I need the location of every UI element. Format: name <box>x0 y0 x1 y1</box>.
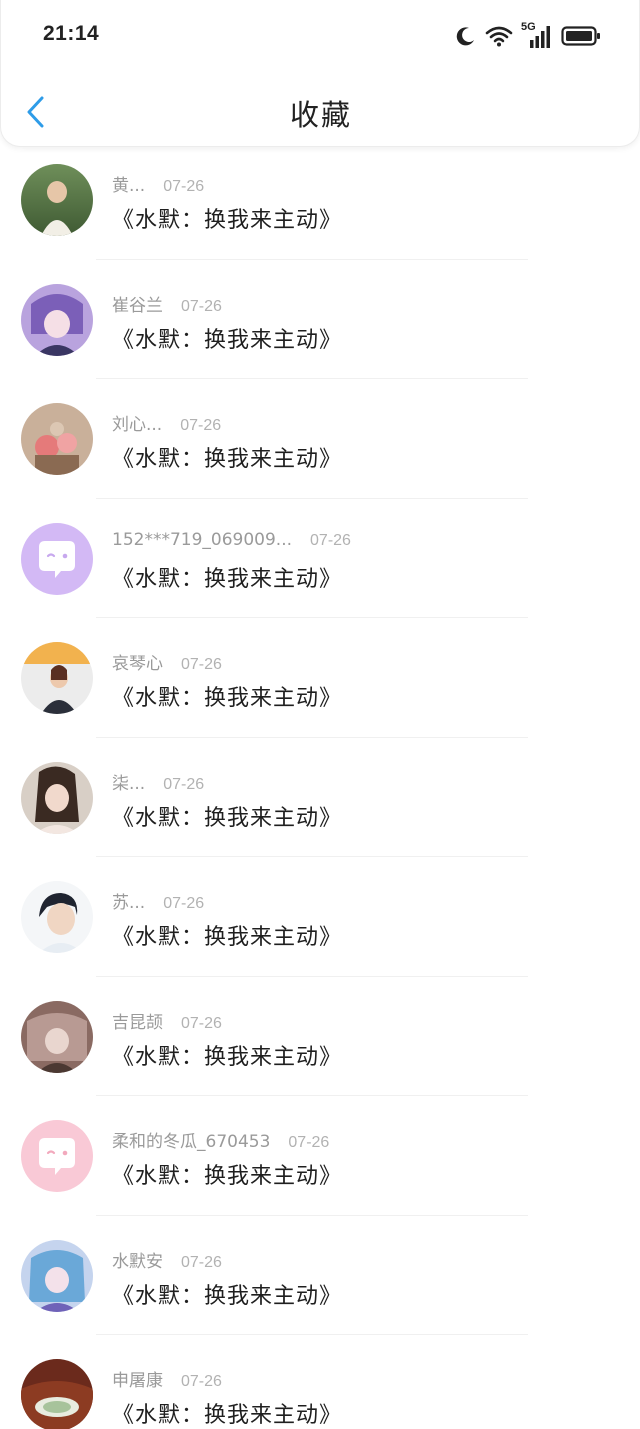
username: 崔谷兰 <box>112 295 163 316</box>
favorite-item-6[interactable]: 柒... 07-26 《水默：换我来主动》 <box>0 738 640 857</box>
flowers-avatar[interactable] <box>21 403 93 475</box>
username: 苏... <box>112 893 146 913</box>
default-chat-avatar-pink[interactable] <box>21 1120 93 1192</box>
item-title: 《水默：换我来主动》 <box>112 1403 343 1428</box>
photo-avatar[interactable] <box>21 881 93 953</box>
item-meta: 吉昆颉 07-26 <box>112 1008 222 1033</box>
item-title: 《水默：换我来主动》 <box>112 208 343 233</box>
item-title: 《水默：换我来主动》 <box>112 686 343 711</box>
favorite-item-10[interactable]: 水默安 07-26 《水默：换我来主动》 <box>0 1216 640 1335</box>
favorite-item-7[interactable]: 苏... 07-26 《水默：换我来主动》 <box>0 857 640 977</box>
username: 黄... <box>112 176 146 196</box>
battery-icon <box>561 25 601 47</box>
item-title: 《水默：换我来主动》 <box>112 566 343 592</box>
item-date: 07-26 <box>163 178 205 195</box>
username: 哀琴心 <box>112 654 163 674</box>
favorite-item-4[interactable]: 152***719_069009... 07-26 《水默：换我来主动》 <box>0 499 640 618</box>
photo-avatar[interactable] <box>21 642 93 714</box>
item-meta: 崔谷兰 07-26 <box>112 291 222 316</box>
username: 柒... <box>112 773 146 794</box>
item-date: 07-26 <box>181 1014 222 1032</box>
item-title: 《水默：换我来主动》 <box>112 1164 343 1189</box>
username: 水默安 <box>112 1251 163 1272</box>
status-time: 21:14 <box>43 22 100 45</box>
nav-bar: 收藏 <box>1 74 640 146</box>
header: 21:14 5G 收藏 <box>0 0 640 147</box>
username: 申屠康 <box>112 1371 163 1391</box>
status-bar: 21:14 5G <box>1 0 640 74</box>
item-title: 《水默：换我来主动》 <box>112 925 343 950</box>
favorite-item-3[interactable]: 刘心... 07-26 《水默：换我来主动》 <box>0 379 640 499</box>
item-date: 07-26 <box>288 1134 330 1151</box>
wifi-icon <box>485 25 513 47</box>
item-title: 《水默：换我来主动》 <box>112 1044 343 1070</box>
status-icons: 5G <box>455 21 601 50</box>
item-date: 07-26 <box>163 775 205 793</box>
item-date: 07-26 <box>181 1253 222 1271</box>
photo-avatar[interactable] <box>21 1359 93 1429</box>
anime-avatar[interactable] <box>21 283 93 356</box>
moon-icon <box>455 25 477 47</box>
item-meta: 黄... 07-26 <box>112 171 204 196</box>
page-title: 收藏 <box>289 98 352 132</box>
item-date: 07-26 <box>180 417 222 434</box>
photo-avatar[interactable] <box>21 164 93 236</box>
favorite-item-1[interactable]: 黄... 07-26 《水默：换我来主动》 <box>0 140 640 260</box>
item-date: 07-26 <box>310 531 351 549</box>
item-date: 07-26 <box>163 895 205 912</box>
item-meta: 哀琴心 07-26 <box>112 649 222 674</box>
item-title: 《水默：换我来主动》 <box>112 805 343 831</box>
username: 152***719_069009... <box>112 529 293 550</box>
item-date: 07-26 <box>181 1373 222 1390</box>
anime-avatar[interactable] <box>21 1000 93 1073</box>
item-title: 《水默：换我来主动》 <box>112 327 343 353</box>
item-title: 《水默：换我来主动》 <box>112 447 343 472</box>
item-date: 07-26 <box>181 656 222 673</box>
item-meta: 申屠康 07-26 <box>112 1366 222 1391</box>
item-title: 《水默：换我来主动》 <box>112 1283 343 1309</box>
item-meta: 水默安 07-26 <box>112 1247 222 1272</box>
signal-5g-icon: 5G <box>521 21 553 49</box>
item-meta: 苏... 07-26 <box>112 888 204 913</box>
default-chat-avatar-purple[interactable] <box>21 522 93 595</box>
photo-avatar[interactable] <box>21 761 93 834</box>
item-date: 07-26 <box>181 297 222 315</box>
item-meta: 刘心... 07-26 <box>112 410 221 435</box>
network-label: 5G <box>521 21 536 33</box>
username: 柔和的冬瓜_670453 <box>112 1132 271 1152</box>
favorite-item-9[interactable]: 柔和的冬瓜_670453 07-26 《水默：换我来主动》 <box>0 1096 640 1216</box>
favorites-page: 21:14 5G 收藏 黄... 07-26 《水默：换我来主动》 崔谷兰 07… <box>0 0 640 1429</box>
favorite-item-5[interactable]: 哀琴心 07-26 《水默：换我来主动》 <box>0 618 640 738</box>
favorite-item-2[interactable]: 崔谷兰 07-26 《水默：换我来主动》 <box>0 260 640 379</box>
favorite-item-8[interactable]: 吉昆颉 07-26 《水默：换我来主动》 <box>0 977 640 1096</box>
anime-avatar[interactable] <box>21 1239 93 1312</box>
item-meta: 152***719_069009... 07-26 <box>112 530 351 550</box>
favorite-item-11[interactable]: 申屠康 07-26 《水默：换我来主动》 <box>0 1335 640 1429</box>
favorites-list: 黄... 07-26 《水默：换我来主动》 崔谷兰 07-26 《水默：换我来主… <box>0 140 640 1429</box>
username: 吉昆颉 <box>112 1012 163 1033</box>
username: 刘心... <box>112 415 163 435</box>
item-meta: 柒... 07-26 <box>112 769 204 794</box>
item-meta: 柔和的冬瓜_670453 07-26 <box>112 1127 329 1152</box>
